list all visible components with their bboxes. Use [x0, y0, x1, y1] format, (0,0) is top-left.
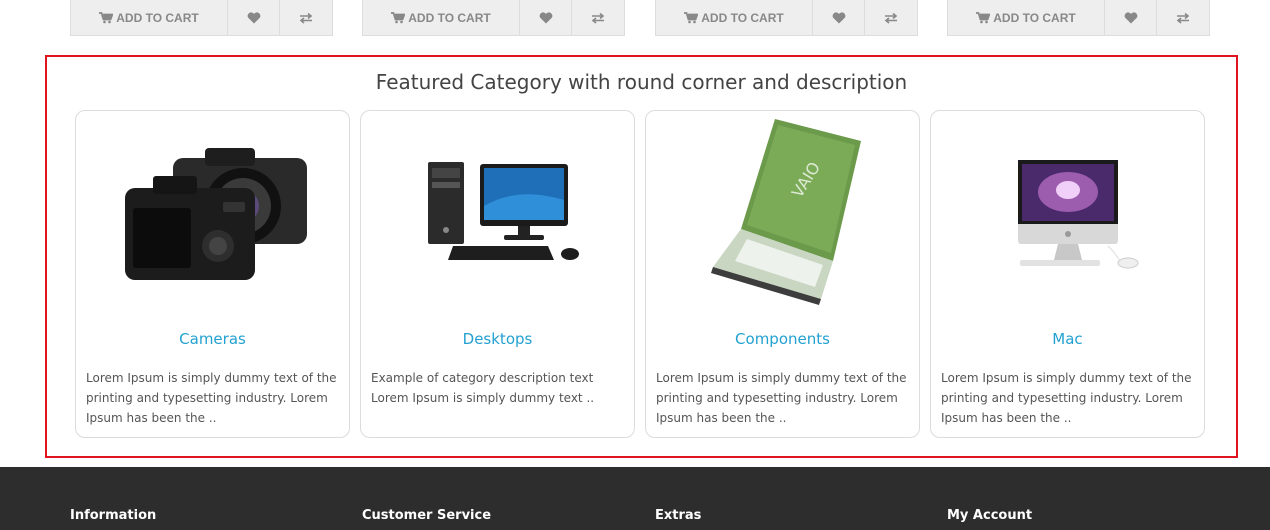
cart-icon — [391, 11, 406, 23]
add-to-cart-label: ADD TO CART — [408, 10, 491, 25]
add-to-cart-button[interactable]: ADD TO CART — [363, 0, 520, 35]
add-to-cart-label: ADD TO CART — [701, 10, 784, 25]
category-card-components[interactable]: VAIO Components Lorem Ipsum is simply du… — [645, 110, 920, 438]
footer-heading-extras: Extras — [655, 508, 702, 523]
category-card-desktops[interactable]: Desktops Example of category description… — [360, 110, 635, 438]
footer: Information Customer Service Extras My A… — [0, 467, 1270, 530]
wishlist-button[interactable] — [228, 0, 280, 35]
exchange-icon — [884, 12, 898, 24]
heart-icon — [1124, 11, 1137, 23]
product-actions-3: ADD TO CART — [655, 0, 918, 36]
laptop-image[interactable]: VAIO — [646, 111, 919, 311]
imac-image[interactable] — [931, 111, 1204, 311]
product-actions-4: ADD TO CART — [947, 0, 1210, 36]
footer-heading-my-account: My Account — [947, 508, 1033, 523]
exchange-icon — [1176, 12, 1190, 24]
wishlist-button[interactable] — [520, 0, 572, 35]
add-to-cart-button[interactable]: ADD TO CART — [948, 0, 1105, 35]
category-card-cameras[interactable]: Cameras Lorem Ipsum is simply dummy text… — [75, 110, 350, 438]
cart-icon — [976, 11, 991, 23]
featured-category-module: Featured Category with round corner and … — [45, 55, 1238, 458]
compare-button[interactable] — [1157, 0, 1209, 35]
compare-button[interactable] — [280, 0, 332, 35]
module-title: Featured Category with round corner and … — [375, 70, 908, 94]
category-link[interactable]: Desktops — [361, 330, 634, 348]
footer-heading-customer-service: Customer Service — [362, 508, 492, 523]
add-to-cart-label: ADD TO CART — [116, 10, 199, 25]
compare-button[interactable] — [572, 0, 624, 35]
footer-heading-information: Information — [70, 508, 157, 523]
category-description: Lorem Ipsum is simply dummy text of the … — [86, 371, 337, 425]
cart-icon — [99, 11, 114, 23]
category-link[interactable]: Components — [646, 330, 919, 348]
camera-image[interactable] — [76, 111, 349, 311]
add-to-cart-button[interactable]: ADD TO CART — [656, 0, 813, 35]
cart-icon — [684, 11, 699, 23]
heart-icon — [539, 11, 552, 23]
compare-button[interactable] — [865, 0, 917, 35]
exchange-icon — [299, 12, 313, 24]
category-description: Lorem Ipsum is simply dummy text of the … — [656, 371, 907, 425]
heart-icon — [247, 11, 260, 23]
heart-icon — [832, 11, 845, 23]
category-link[interactable]: Mac — [931, 330, 1204, 348]
add-to-cart-button[interactable]: ADD TO CART — [71, 0, 228, 35]
desktop-computer-image[interactable] — [361, 111, 634, 311]
category-description: Example of category description text Lor… — [371, 371, 595, 405]
product-actions-2: ADD TO CART — [362, 0, 625, 36]
product-actions-1: ADD TO CART — [70, 0, 333, 36]
category-link[interactable]: Cameras — [76, 330, 349, 348]
wishlist-button[interactable] — [813, 0, 865, 35]
add-to-cart-label: ADD TO CART — [993, 10, 1076, 25]
wishlist-button[interactable] — [1105, 0, 1157, 35]
category-card-mac[interactable]: Mac Lorem Ipsum is simply dummy text of … — [930, 110, 1205, 438]
exchange-icon — [591, 12, 605, 24]
category-description: Lorem Ipsum is simply dummy text of the … — [941, 371, 1192, 425]
